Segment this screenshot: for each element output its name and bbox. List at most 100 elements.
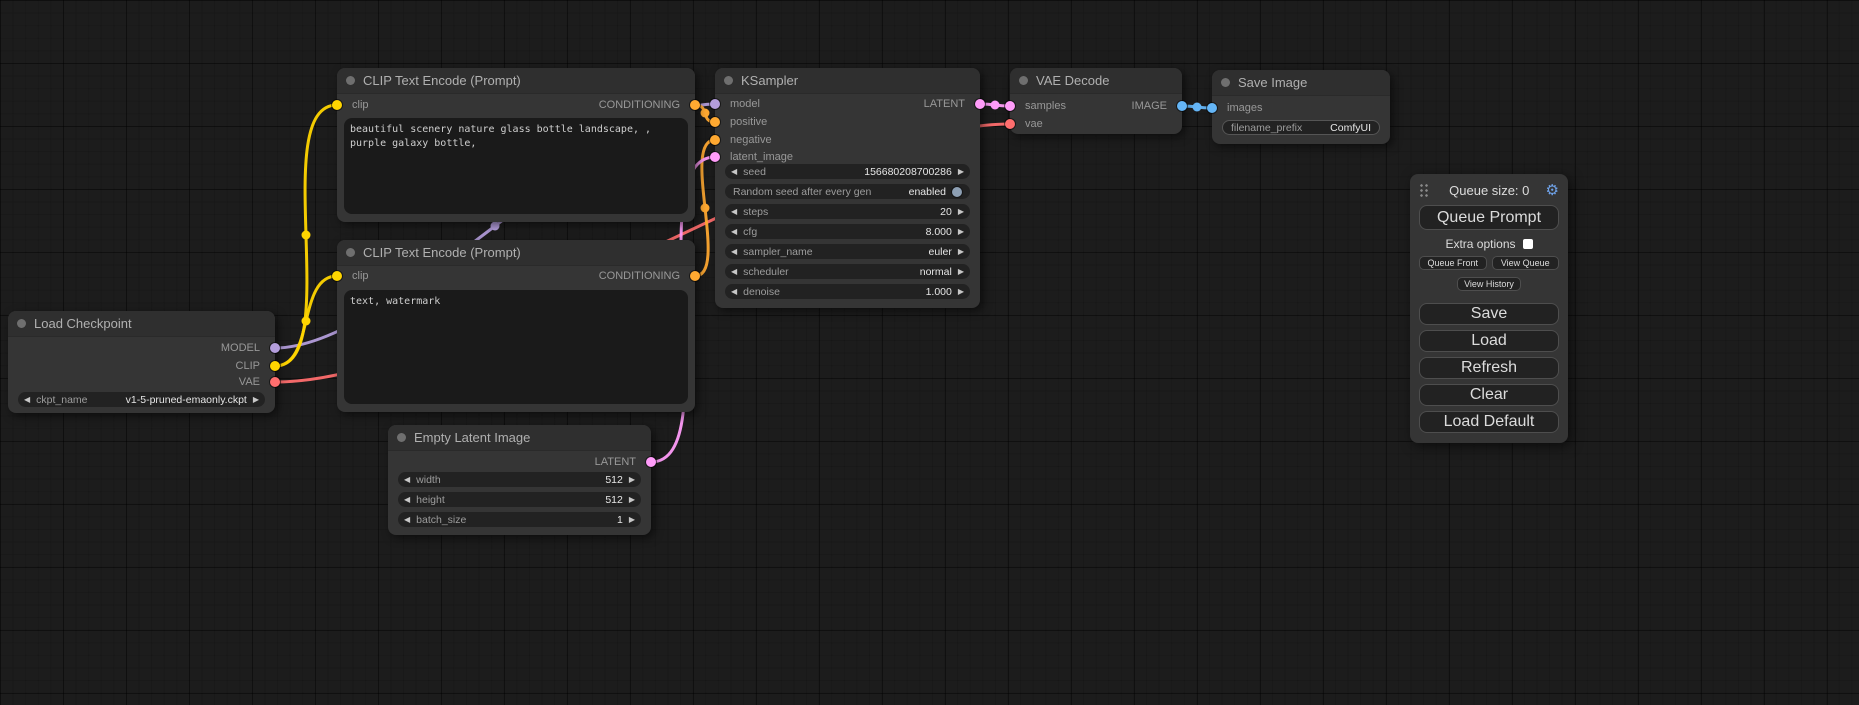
view-history-button[interactable]: View History [1457,277,1521,291]
widget-seed[interactable]: ◀ seed 156680208700286 ▶ [725,164,970,179]
node-clip-text-encode-negative[interactable]: CLIP Text Encode (Prompt) clip CONDITION… [337,240,695,412]
latent-output-dot[interactable] [975,99,985,109]
increment-arrow-icon[interactable]: ▶ [623,512,641,527]
decrement-arrow-icon[interactable]: ◀ [398,492,416,507]
negative-prompt-textarea[interactable]: text, watermark [344,290,688,404]
queue-front-button[interactable]: Queue Front [1419,256,1487,270]
widget-batch-size[interactable]: ◀ batch_size 1 ▶ [398,512,641,527]
widget-value: 512 [605,474,623,486]
model-input-dot[interactable] [710,99,720,109]
load-default-button[interactable]: Load Default [1419,411,1559,433]
vae-input-dot[interactable] [1005,119,1015,129]
decrement-arrow-icon[interactable]: ◀ [398,472,416,487]
positive-prompt-textarea[interactable]: beautiful scenery nature glass bottle la… [344,118,688,214]
node-titlebar[interactable]: CLIP Text Encode (Prompt) [337,68,695,94]
slot-label: IMAGE [1132,100,1167,112]
decrement-arrow-icon[interactable]: ◀ [398,512,416,527]
save-button[interactable]: Save [1419,303,1559,325]
refresh-button[interactable]: Refresh [1419,357,1559,379]
collapse-toggle-icon[interactable] [346,248,355,257]
node-ksampler[interactable]: KSampler model positive negative latent_… [715,68,980,308]
increment-arrow-icon[interactable]: ▶ [952,204,970,219]
clip-output-dot[interactable] [270,361,280,371]
toggle-knob-icon[interactable] [952,187,962,197]
clear-button[interactable]: Clear [1419,384,1559,406]
widget-value: v1-5-pruned-emaonly.ckpt [126,394,247,406]
widget-random-seed-toggle[interactable]: Random seed after every gen enabled [725,184,970,199]
node-titlebar[interactable]: Empty Latent Image [388,425,651,451]
widget-label: width [416,474,441,486]
clip-input-dot[interactable] [332,271,342,281]
queue-prompt-button[interactable]: Queue Prompt [1419,205,1559,230]
combo-right-arrow-icon[interactable]: ▶ [952,244,970,259]
latent-image-input-dot[interactable] [710,152,720,162]
collapse-toggle-icon[interactable] [17,319,26,328]
combo-right-arrow-icon[interactable]: ▶ [247,392,265,407]
output-slot-vae: VAE [239,376,275,388]
node-clip-text-encode-positive[interactable]: CLIP Text Encode (Prompt) clip CONDITION… [337,68,695,222]
node-empty-latent-image[interactable]: Empty Latent Image LATENT ◀ width 512 ▶ … [388,425,651,535]
extra-options-checkbox[interactable] [1523,239,1533,249]
view-queue-button[interactable]: View Queue [1492,256,1560,270]
widget-width[interactable]: ◀ width 512 ▶ [398,472,641,487]
conditioning-output-dot[interactable] [690,100,700,110]
widget-height[interactable]: ◀ height 512 ▶ [398,492,641,507]
images-input-dot[interactable] [1207,103,1217,113]
widget-ckpt-name[interactable]: ◀ ckpt_name v1-5-pruned-emaonly.ckpt ▶ [18,392,265,407]
settings-gear-icon[interactable]: ⚙ [1546,183,1559,198]
decrement-arrow-icon[interactable]: ◀ [725,204,743,219]
increment-arrow-icon[interactable]: ▶ [623,472,641,487]
conditioning-output-dot[interactable] [690,271,700,281]
input-slot-images: images [1212,102,1262,114]
collapse-toggle-icon[interactable] [397,433,406,442]
collapse-toggle-icon[interactable] [346,76,355,85]
slot-label: samples [1025,100,1066,112]
collapse-toggle-icon[interactable] [1019,76,1028,85]
widget-label: scheduler [743,266,789,278]
widget-sampler-name[interactable]: ◀ sampler_name euler ▶ [725,244,970,259]
collapse-toggle-icon[interactable] [724,76,733,85]
decrement-arrow-icon[interactable]: ◀ [725,224,743,239]
node-titlebar[interactable]: KSampler [715,68,980,94]
queue-panel: Queue size: 0 ⚙ Queue Prompt Extra optio… [1410,174,1568,443]
node-load-checkpoint[interactable]: Load Checkpoint MODEL CLIP VAE ◀ ckpt_na… [8,311,275,413]
model-output-dot[interactable] [270,343,280,353]
samples-input-dot[interactable] [1005,101,1015,111]
combo-right-arrow-icon[interactable]: ▶ [952,264,970,279]
increment-arrow-icon[interactable]: ▶ [952,284,970,299]
drag-handle-icon[interactable] [1419,183,1429,198]
positive-input-dot[interactable] [710,117,720,127]
widget-scheduler[interactable]: ◀ scheduler normal ▶ [725,264,970,279]
node-vae-decode[interactable]: VAE Decode samples vae IMAGE [1010,68,1182,134]
clip-input-dot[interactable] [332,100,342,110]
widget-filename-prefix[interactable]: filename_prefix ComfyUI [1222,120,1380,135]
node-save-image[interactable]: Save Image images filename_prefix ComfyU… [1212,70,1390,144]
combo-left-arrow-icon[interactable]: ◀ [18,392,36,407]
node-titlebar[interactable]: Load Checkpoint [8,311,275,337]
widget-denoise[interactable]: ◀ denoise 1.000 ▶ [725,284,970,299]
increment-arrow-icon[interactable]: ▶ [952,164,970,179]
vae-output-dot[interactable] [270,377,280,387]
node-titlebar[interactable]: VAE Decode [1010,68,1182,94]
increment-arrow-icon[interactable]: ▶ [623,492,641,507]
increment-arrow-icon[interactable]: ▶ [952,224,970,239]
negative-input-dot[interactable] [710,135,720,145]
node-titlebar[interactable]: Save Image [1212,70,1390,96]
node-title-text: KSampler [741,73,798,88]
widget-value: normal [920,266,952,278]
load-button[interactable]: Load [1419,330,1559,352]
slot-label: LATENT [924,98,965,110]
combo-left-arrow-icon[interactable]: ◀ [725,244,743,259]
decrement-arrow-icon[interactable]: ◀ [725,284,743,299]
node-graph-canvas[interactable]: Load Checkpoint MODEL CLIP VAE ◀ ckpt_na… [0,0,1859,705]
combo-left-arrow-icon[interactable]: ◀ [725,264,743,279]
image-output-dot[interactable] [1177,101,1187,111]
widget-value: 156680208700286 [864,166,952,178]
slot-label: VAE [239,376,260,388]
widget-cfg[interactable]: ◀ cfg 8.000 ▶ [725,224,970,239]
decrement-arrow-icon[interactable]: ◀ [725,164,743,179]
latent-output-dot[interactable] [646,457,656,467]
node-titlebar[interactable]: CLIP Text Encode (Prompt) [337,240,695,266]
collapse-toggle-icon[interactable] [1221,78,1230,87]
widget-steps[interactable]: ◀ steps 20 ▶ [725,204,970,219]
